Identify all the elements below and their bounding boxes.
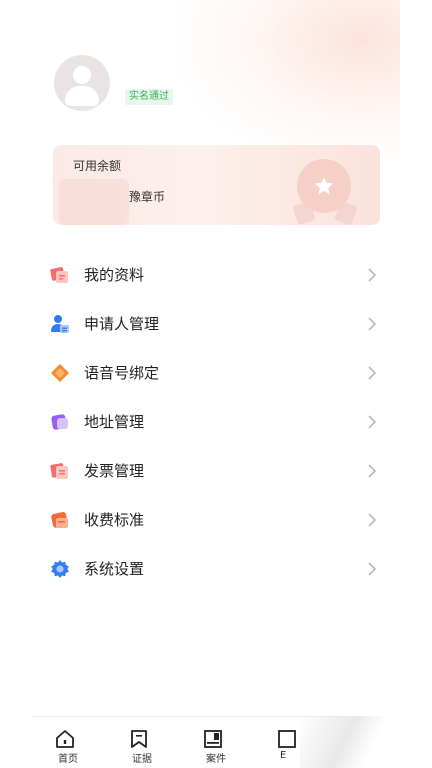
- header-background-glow: [180, 0, 400, 160]
- menu-item-voice-binding[interactable]: 语音号绑定: [0, 348, 400, 397]
- mine-icon: [277, 729, 297, 749]
- menu-item-fee-standard[interactable]: 收费标准: [0, 495, 400, 544]
- chevron-right-icon: [366, 365, 378, 381]
- menu-item-label: 我的资料: [84, 266, 145, 284]
- nav-label: 首页: [58, 754, 78, 765]
- balance-unit: 豫章币: [129, 190, 166, 204]
- menu-item-label: 系统设置: [84, 560, 145, 578]
- avatar[interactable]: [54, 55, 110, 111]
- menu-item-label: 申请人管理: [84, 315, 160, 333]
- nav-label: 案件: [206, 754, 226, 765]
- evidence-bookmark-icon: [129, 729, 149, 749]
- nav-label: 证据: [132, 754, 152, 765]
- applicant-person-icon: [50, 314, 70, 334]
- nav-item-home[interactable]: 首页: [38, 717, 98, 768]
- balance-title: 可用余额: [73, 159, 122, 173]
- menu-item-label: 地址管理: [84, 413, 145, 431]
- chevron-right-icon: [366, 561, 378, 577]
- settings-menu: 我的资料 申请人管理 语音号绑定 地址管理 发票管理 收费标准 系统设置: [0, 250, 400, 593]
- profile-card-icon: [50, 265, 70, 285]
- menu-item-label: 语音号绑定: [84, 364, 160, 382]
- menu-item-system-settings[interactable]: 系统设置: [0, 544, 400, 593]
- card-decoration: [59, 179, 129, 225]
- chevron-right-icon: [366, 414, 378, 430]
- verification-badge: 实名通过: [125, 89, 173, 105]
- avatar-head-shape: [73, 66, 91, 84]
- menu-item-profile[interactable]: 我的资料: [0, 250, 400, 299]
- nav-item-case[interactable]: 案件: [186, 717, 246, 768]
- voice-tag-icon: [50, 363, 70, 383]
- chevron-right-icon: [366, 267, 378, 283]
- address-cube-icon: [50, 412, 70, 432]
- menu-item-label: 收费标准: [84, 511, 145, 529]
- swipe-overlay: [300, 716, 400, 768]
- balance-card[interactable]: 可用余额 豫章币: [53, 145, 380, 225]
- menu-item-address[interactable]: 地址管理: [0, 397, 400, 446]
- gear-icon: [50, 559, 70, 579]
- case-folder-icon: [203, 729, 223, 749]
- menu-item-label: 发票管理: [84, 462, 145, 480]
- fee-standard-icon: [50, 510, 70, 530]
- avatar-body-shape: [65, 86, 99, 106]
- nav-item-evidence[interactable]: 证据: [112, 717, 172, 768]
- screen-margin: [400, 0, 432, 768]
- home-icon: [55, 729, 75, 749]
- chevron-right-icon: [366, 316, 378, 332]
- menu-item-invoice[interactable]: 发票管理: [0, 446, 400, 495]
- star-medal-icon: [297, 159, 351, 213]
- app-screen: 实名通过 可用余额 豫章币 我的资料 申请人管理 语音号绑定 地址管理 发票管理…: [0, 0, 400, 768]
- menu-item-applicant[interactable]: 申请人管理: [0, 299, 400, 348]
- invoice-icon: [50, 461, 70, 481]
- chevron-right-icon: [366, 512, 378, 528]
- chevron-right-icon: [366, 463, 378, 479]
